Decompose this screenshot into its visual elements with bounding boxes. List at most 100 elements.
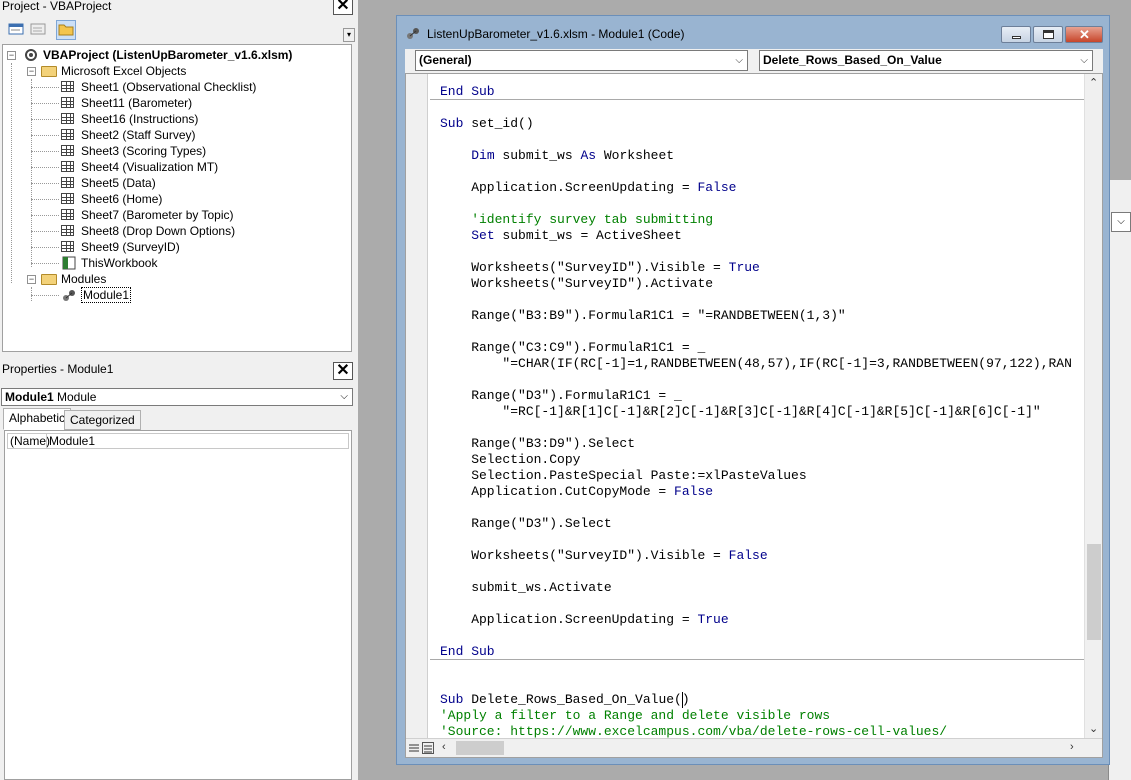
code-line[interactable]: Selection.Copy [440, 452, 580, 468]
tree-item-sheet[interactable]: Sheet6 (Home) [61, 191, 162, 207]
tree-item-excel-objects[interactable]: Microsoft Excel Objects [41, 63, 186, 79]
tree-item-sheet[interactable]: Sheet3 (Scoring Types) [61, 143, 206, 159]
properties-object-name: Module1 [5, 390, 54, 404]
margin-indicator-bar[interactable] [406, 74, 428, 738]
code-line[interactable]: Sub Delete_Rows_Based_On_Value() [440, 692, 690, 708]
code-line[interactable]: 'identify survey tab submitting [440, 212, 713, 228]
property-row[interactable]: (Name) Module1 [7, 433, 349, 449]
code-window-titlebar[interactable]: ListenUpBarometer_v1.6.xlsm - Module1 (C… [397, 16, 1109, 52]
worksheet-icon [61, 97, 74, 108]
combo-bar: (General) ⌵ Delete_Rows_Based_On_Value ⌵ [405, 49, 1103, 73]
close-icon: ✕ [1079, 27, 1090, 42]
code-line[interactable]: 'Source: https://www.excelcampus.com/vba… [440, 724, 947, 738]
tree-item-thisworkbook[interactable]: ThisWorkbook [61, 255, 157, 271]
minimize-button[interactable] [1001, 26, 1031, 43]
code-editor[interactable]: End Sub Sub set_id() Dim submit_ws As Wor… [405, 73, 1103, 758]
tree-item-sheet[interactable]: Sheet2 (Staff Survey) [61, 127, 196, 143]
code-line[interactable]: Range("D3").Select [440, 516, 611, 532]
tree-item-sheet[interactable]: Sheet4 (Visualization MT) [61, 159, 218, 175]
tree-item-sheet[interactable]: Sheet5 (Data) [61, 175, 156, 191]
code-line[interactable]: Set submit_ws = ActiveSheet [440, 228, 682, 244]
horizontal-scroll-thumb[interactable] [456, 741, 504, 755]
restore-icon [1043, 30, 1054, 39]
worksheet-icon [61, 241, 74, 252]
properties-pane-close-button[interactable]: ✕ [333, 362, 353, 380]
code-line[interactable]: Sub set_id() [440, 116, 534, 132]
tree-item-modules-folder[interactable]: Modules [41, 271, 106, 287]
folder-icon [58, 24, 74, 36]
property-value: Module1 [49, 434, 96, 448]
view-code-button[interactable] [6, 20, 26, 40]
code-line[interactable]: submit_ws.Activate [440, 580, 611, 596]
scroll-down-icon: ⌄ [1089, 723, 1099, 735]
tree-item-sheet[interactable]: Sheet16 (Instructions) [61, 111, 198, 127]
chevron-down-icon: ⌵ [340, 391, 348, 402]
worksheet-icon [61, 161, 74, 172]
folder-open-icon [41, 66, 57, 77]
project-pane-close-button[interactable]: ✕ [333, 0, 353, 15]
procedure-combo[interactable]: Delete_Rows_Based_On_Value ⌵ [759, 50, 1093, 71]
minimize-icon [1012, 36, 1021, 39]
code-line[interactable]: End Sub [440, 644, 495, 660]
worksheet-icon [61, 193, 74, 204]
tree-item-sheet[interactable]: Sheet9 (SurveyID) [61, 239, 180, 255]
code-line[interactable]: Worksheets("SurveyID").Visible = True [440, 260, 760, 276]
code-line[interactable]: Application.ScreenUpdating = False [440, 180, 736, 196]
properties-object-type: Module [57, 390, 97, 404]
tab-alphabetic[interactable]: Alphabetic [3, 408, 72, 430]
code-line[interactable]: Application.ScreenUpdating = True [440, 612, 728, 628]
properties-grid: (Name) Module1 [4, 430, 352, 780]
code-line[interactable]: Range("D3").FormulaR1C1 = _ [440, 388, 682, 404]
properties-object-select[interactable]: Module1 Module ⌵ [1, 388, 353, 406]
code-line[interactable]: Application.CutCopyMode = False [440, 484, 713, 500]
worksheet-icon [61, 177, 74, 188]
worksheet-icon [61, 81, 74, 92]
code-line[interactable]: 'Apply a filter to a Range and delete vi… [440, 708, 830, 724]
object-combo-value: (General) [419, 53, 472, 67]
view-object-button[interactable] [28, 20, 48, 40]
code-line[interactable]: Dim submit_ws As Worksheet [440, 148, 674, 164]
code-line[interactable]: Selection.PasteSpecial Paste:=xlPasteVal… [440, 468, 806, 484]
modules-collapse-toggle[interactable]: − [27, 275, 36, 284]
code-line[interactable]: Range("C3:C9").FormulaR1C1 = _ [440, 340, 705, 356]
full-module-view-button[interactable] [422, 742, 434, 754]
tree-item-sheet[interactable]: Sheet7 (Barometer by Topic) [61, 207, 234, 223]
chevron-down-icon: ⌵ [735, 55, 743, 66]
tree-item-sheet[interactable]: Sheet1 (Observational Checklist) [61, 79, 256, 95]
tree-item-sheet[interactable]: Sheet8 (Drop Down Options) [61, 223, 235, 239]
tree-item-sheet[interactable]: Sheet11 (Barometer) [61, 95, 192, 111]
properties-pane-title: Properties - Module1 [2, 362, 114, 376]
objects-collapse-toggle[interactable]: − [27, 67, 36, 76]
vba-project-icon [25, 49, 37, 61]
chevron-down-icon[interactable]: ⌵ [1111, 212, 1131, 232]
tree-item-project-root[interactable]: VBAProject (ListenUpBarometer_v1.6.xlsm) [23, 47, 292, 63]
vertical-scrollbar[interactable]: ⌃ ⌄ [1084, 74, 1102, 738]
code-text-area[interactable]: End Sub Sub set_id() Dim submit_ws As Wor… [430, 74, 1084, 738]
code-line[interactable]: End Sub [440, 84, 495, 100]
tab-categorized[interactable]: Categorized [64, 410, 141, 430]
code-line[interactable]: "=CHAR(IF(RC[-1]=1,RANDBETWEEN(48,57),IF… [440, 356, 1072, 372]
procedure-view-button[interactable] [408, 742, 420, 754]
procedure-combo-value: Delete_Rows_Based_On_Value [763, 53, 942, 67]
toggle-folders-button[interactable] [56, 20, 76, 40]
project-explorer-pane: Project - VBAProject ✕ ▾ − VBAProject (L… [0, 0, 358, 358]
vertical-scroll-thumb[interactable] [1087, 544, 1101, 640]
project-toolbar [0, 16, 358, 42]
project-pane-title: Project - VBAProject [0, 0, 358, 16]
code-line[interactable]: Worksheets("SurveyID").Visible = False [440, 548, 767, 564]
property-name: (Name) [10, 434, 51, 448]
view-object-icon [30, 23, 46, 35]
background-window[interactable]: ⌵ [1108, 180, 1131, 780]
horizontal-scrollbar[interactable]: ‹ › [406, 738, 1102, 757]
tree-item-module1[interactable]: Module1 [61, 287, 132, 303]
code-line[interactable]: Worksheets("SurveyID").Activate [440, 276, 713, 292]
close-button[interactable]: ✕ [1065, 26, 1103, 43]
code-line[interactable]: Range("B3:D9").Select [440, 436, 635, 452]
code-window: ListenUpBarometer_v1.6.xlsm - Module1 (C… [396, 15, 1110, 765]
code-line[interactable]: Range("B3:B9").FormulaR1C1 = "=RANDBETWE… [440, 308, 845, 324]
root-collapse-toggle[interactable]: − [7, 51, 16, 60]
code-line[interactable]: "=RC[-1]&R[1]C[-1]&R[2]C[-1]&R[3]C[-1]&R… [440, 404, 1040, 420]
worksheet-icon [61, 209, 74, 220]
object-combo[interactable]: (General) ⌵ [415, 50, 748, 71]
restore-button[interactable] [1033, 26, 1063, 43]
